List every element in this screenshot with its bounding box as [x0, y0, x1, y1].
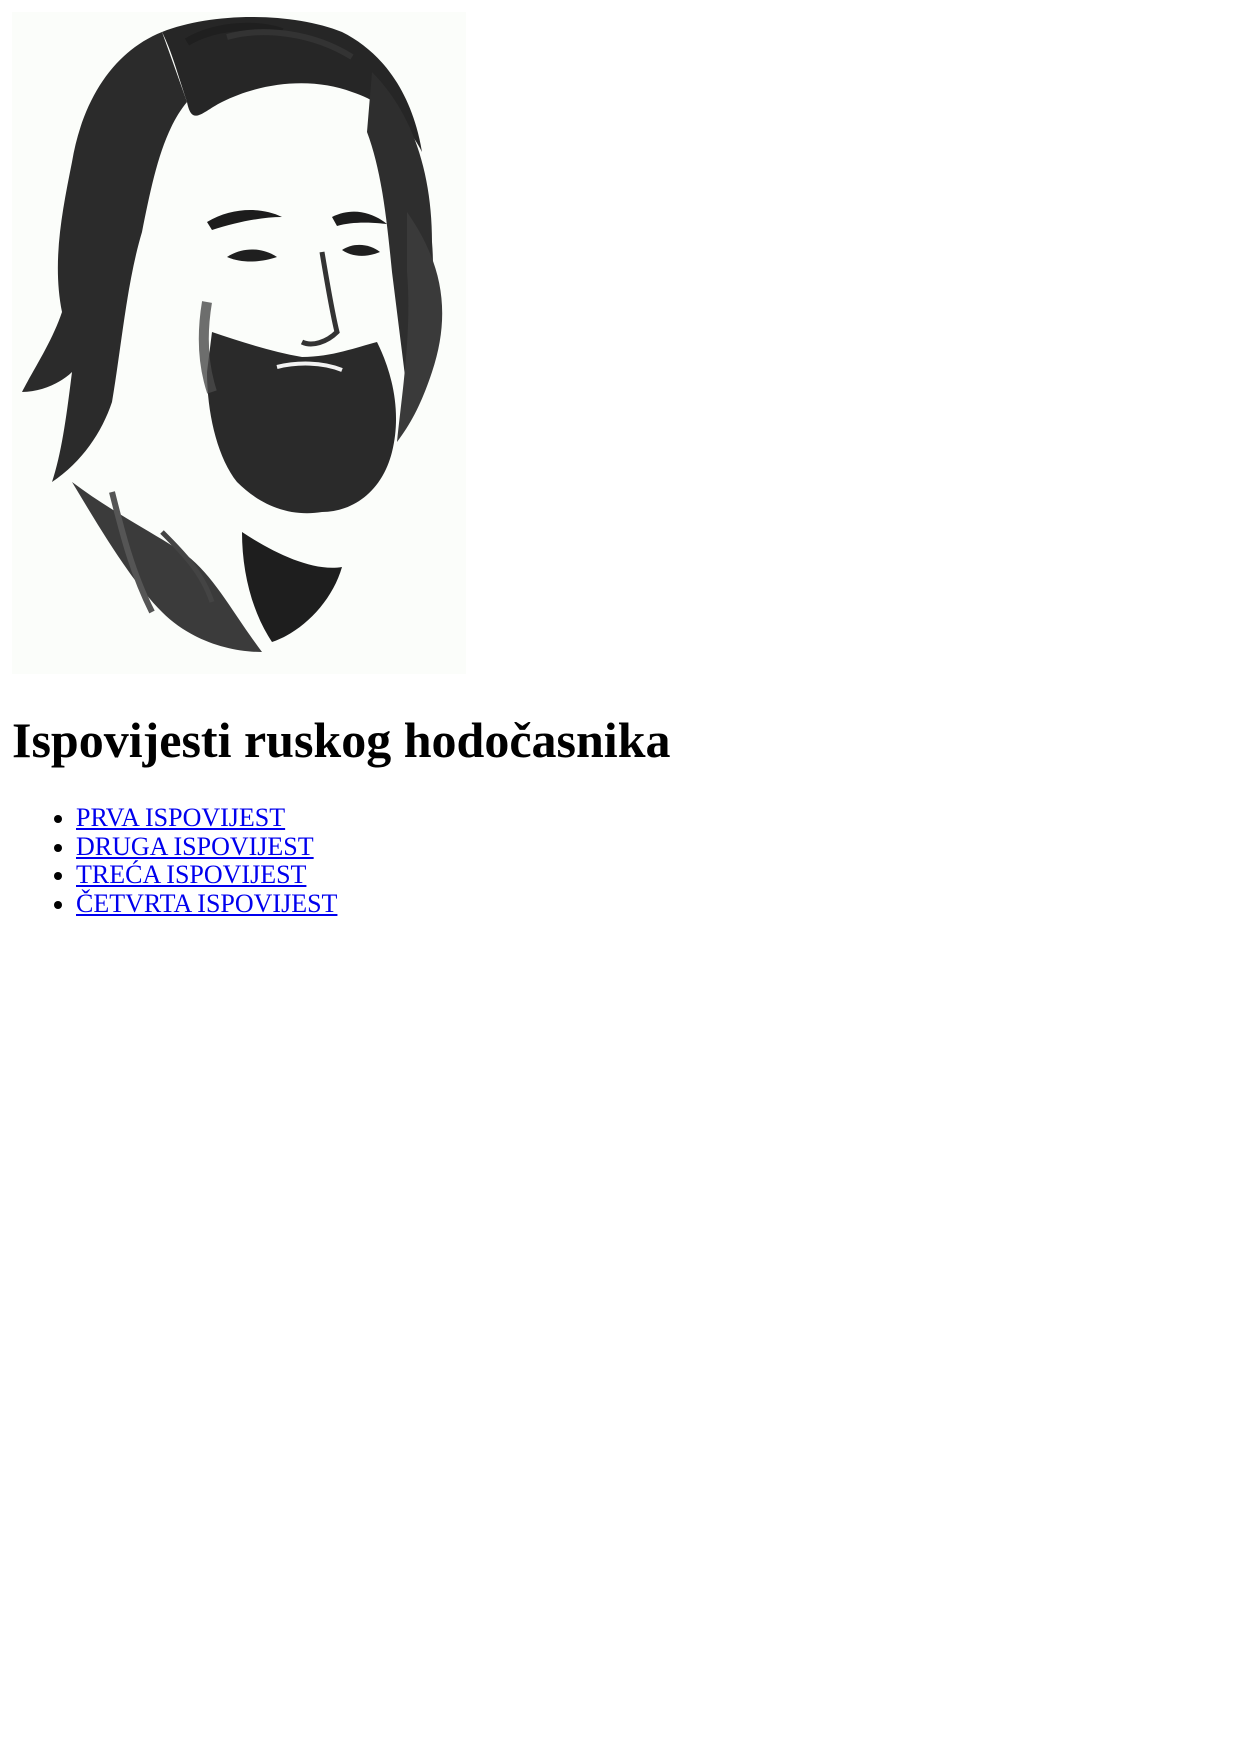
chapter-link-1[interactable]: PRVA ISPOVIJEST: [76, 803, 285, 832]
chapter-link-4[interactable]: ČETVRTA ISPOVIJEST: [76, 889, 337, 918]
chapter-list: PRVA ISPOVIJEST DRUGA ISPOVIJEST TREĆA I…: [12, 803, 337, 919]
page-title: Ispovijesti ruskog hodočasnika: [12, 712, 671, 768]
portrait-sketch-icon: [12, 12, 466, 674]
chapter-link-3[interactable]: TREĆA ISPOVIJEST: [76, 860, 306, 889]
chapter-link-2[interactable]: DRUGA ISPOVIJEST: [76, 832, 314, 861]
list-item: ČETVRTA ISPOVIJEST: [76, 889, 337, 919]
list-item: TREĆA ISPOVIJEST: [76, 860, 337, 890]
list-item: PRVA ISPOVIJEST: [76, 803, 337, 833]
portrait-image: [12, 12, 466, 674]
list-item: DRUGA ISPOVIJEST: [76, 832, 337, 862]
